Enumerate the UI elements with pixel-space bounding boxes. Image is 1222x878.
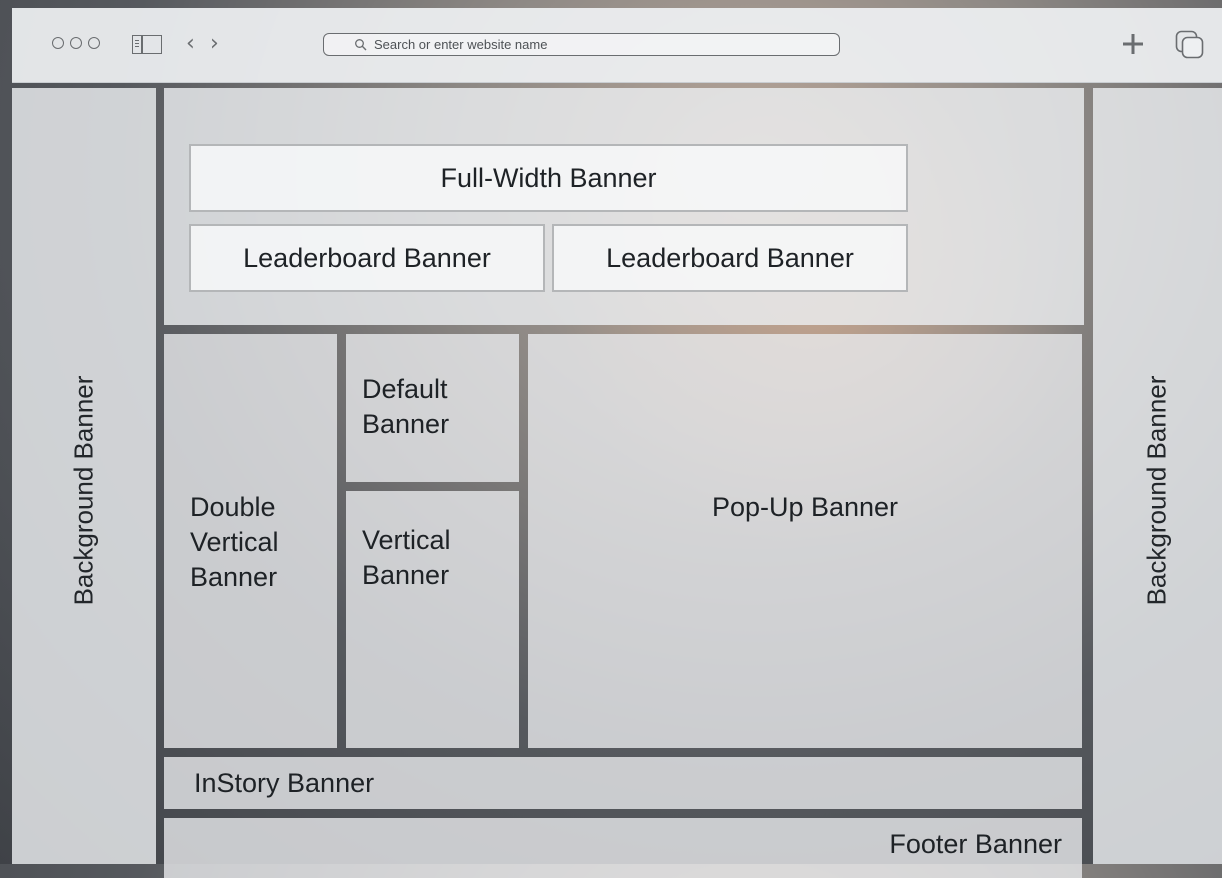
label-line: Vertical (362, 525, 451, 555)
window-dot-icon[interactable] (88, 37, 100, 49)
label-line: Banner (362, 560, 450, 590)
double-vertical-banner-label: Double Vertical Banner (190, 490, 279, 595)
default-banner-label: Default Banner (362, 372, 449, 442)
back-arrow-icon[interactable]: ‹ (186, 30, 195, 58)
vertical-banner: Vertical Banner (346, 491, 519, 748)
sidebar-toggle-icon[interactable] (132, 35, 162, 54)
window-dot-icon[interactable] (52, 37, 64, 49)
pop-up-banner: Pop-Up Banner (528, 334, 1082, 748)
label-line: Banner (190, 562, 278, 592)
background-banner-right-label: Background Banner (1141, 375, 1172, 606)
leaderboard-banner-right: Leaderboard Banner (552, 224, 908, 292)
background-banner-left: Background Banner (12, 88, 156, 864)
label-line: Vertical (190, 527, 279, 557)
leaderboard-banner-left: Leaderboard Banner (189, 224, 545, 292)
browser-toolbar: ‹ › (12, 8, 1222, 83)
forward-arrow-icon[interactable]: › (210, 30, 219, 58)
instory-banner-label: InStory Banner (194, 768, 375, 798)
full-width-banner-label: Full-Width Banner (440, 162, 657, 193)
footer-banner-label: Footer Banner (889, 829, 1062, 859)
leaderboard-banner-label: Leaderboard Banner (243, 242, 491, 273)
search-icon (354, 38, 368, 52)
window-controls[interactable] (52, 37, 100, 49)
label-line: Double (190, 492, 276, 522)
footer-banner: Footer Banner (164, 818, 1082, 878)
instory-banner: InStory Banner (164, 757, 1082, 809)
address-bar[interactable] (323, 33, 840, 56)
pop-up-banner-label: Pop-Up Banner (711, 492, 899, 522)
address-input[interactable] (374, 37, 814, 52)
full-width-banner: Full-Width Banner (189, 144, 908, 212)
plus-icon[interactable] (1120, 29, 1146, 59)
default-banner: Default Banner (346, 334, 519, 482)
label-line: Default (362, 374, 448, 404)
leaderboard-banner-label: Leaderboard Banner (606, 242, 854, 273)
window-dot-icon[interactable] (70, 37, 82, 49)
vertical-banner-label: Vertical Banner (362, 523, 451, 593)
background-banner-right: Background Banner (1093, 88, 1222, 864)
tabs-overview-icon[interactable] (1175, 30, 1205, 60)
double-vertical-banner: Double Vertical Banner (164, 334, 337, 748)
background-banner-left-label: Background Banner (68, 375, 99, 606)
label-line: Banner (362, 409, 450, 439)
